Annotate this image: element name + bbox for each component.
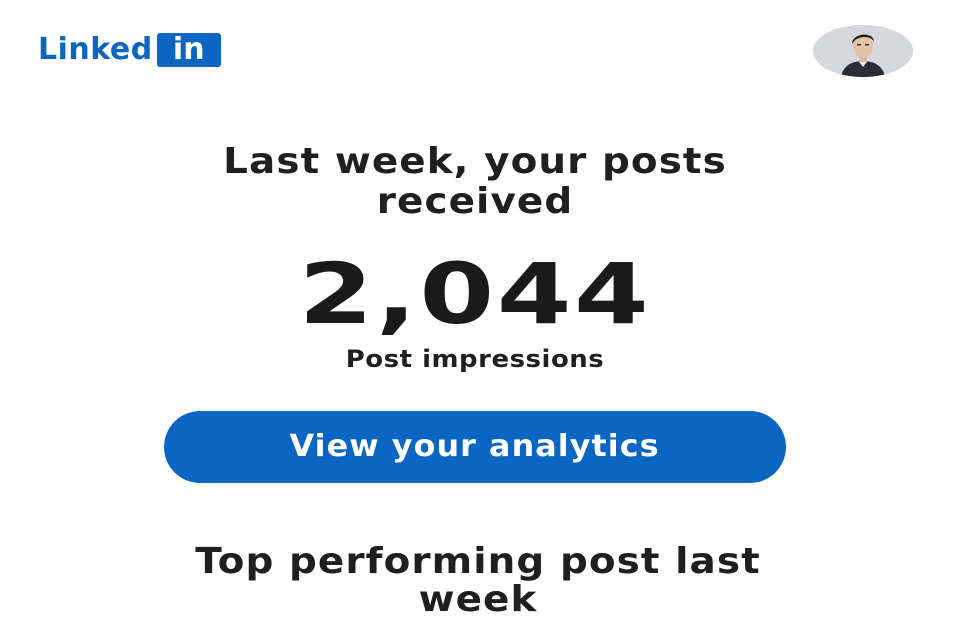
logo-wordmark: Linked — [38, 32, 153, 67]
impressions-headline: Last week, your posts received — [0, 142, 960, 222]
linkedin-logo[interactable]: Linked in — [38, 32, 221, 68]
headline-line-2: received — [376, 181, 574, 222]
top-post-heading: Top performing post last week — [0, 543, 960, 619]
impressions-count: 2,044 — [298, 245, 652, 343]
top-post-heading-line-2: week — [418, 579, 538, 620]
profile-photo-icon — [813, 25, 913, 77]
headline-line-1: Last week, your posts — [223, 141, 727, 182]
view-analytics-button[interactable]: View your analytics — [164, 411, 786, 483]
email-page: Linked in Last week, your posts received… — [0, 0, 960, 640]
avatar[interactable] — [813, 25, 913, 77]
top-post-heading-line-1: Top performing post last — [195, 541, 761, 582]
impressions-label: Post impressions — [345, 345, 605, 373]
view-analytics-label: View your analytics — [289, 429, 661, 464]
logo-in-badge: in — [156, 33, 221, 67]
